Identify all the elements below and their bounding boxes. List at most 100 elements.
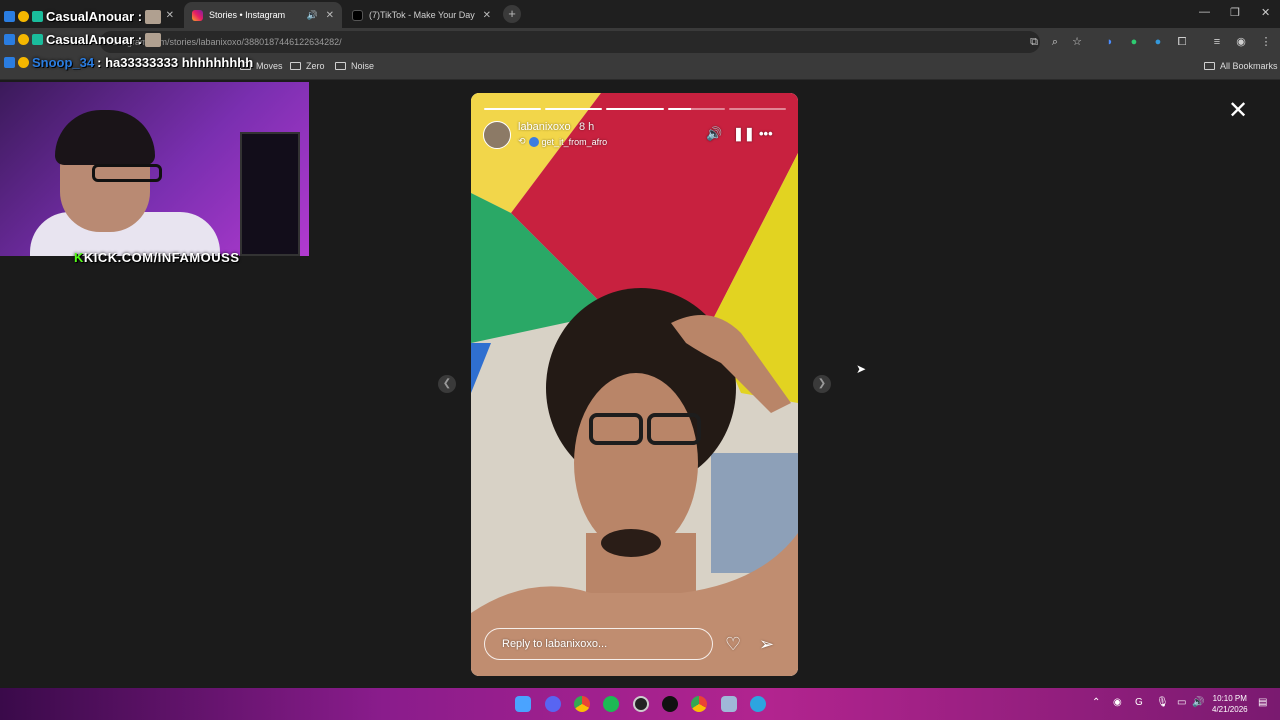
previous-story-button[interactable]: ❮ bbox=[438, 375, 456, 393]
kick-caption-text: KKICK.COM/INFAMOUSS bbox=[74, 250, 240, 265]
chat-message: CasualAnouar : bbox=[4, 32, 162, 47]
streamer-glasses bbox=[92, 164, 162, 182]
emote-icon bbox=[145, 32, 162, 47]
profile-icon[interactable]: ◉ bbox=[1234, 35, 1248, 49]
system-clock[interactable]: 10:10 PM 4/21/2026 bbox=[1212, 693, 1248, 715]
chat-user: CasualAnouar : bbox=[46, 32, 143, 47]
minimize-icon[interactable]: — bbox=[1199, 6, 1210, 18]
extension-icon[interactable]: ◗ bbox=[1103, 35, 1117, 49]
next-story-button[interactable]: ❯ bbox=[813, 375, 831, 393]
bookmark-label: Noise bbox=[351, 61, 375, 71]
reply-placeholder: Reply to labanixoxo... bbox=[502, 638, 608, 650]
kick-logo-icon: K bbox=[74, 250, 84, 265]
network-icon[interactable]: ▭ bbox=[1177, 697, 1186, 708]
address-bar[interactable]: instagram.com/stories/labanixoxo/3880187… bbox=[100, 31, 1040, 53]
tab-bar: ✕ Stories • Instagram 🔊 ✕ (7)TikTok - Ma… bbox=[0, 0, 1280, 28]
bookmark-zero[interactable]: Zero bbox=[290, 61, 325, 71]
puzzle-icon[interactable]: ⧠ bbox=[1175, 35, 1189, 49]
bookmark-noise[interactable]: Noise bbox=[335, 61, 374, 71]
close-tab-icon[interactable]: ✕ bbox=[483, 10, 491, 21]
send-icon[interactable]: ➢ bbox=[759, 634, 774, 655]
volume-icon[interactable]: 🔊 bbox=[1192, 697, 1204, 708]
progress-segment bbox=[606, 108, 664, 110]
story-viewer[interactable]: labanixoxo 8 h ⟲ get_it_from_afro 🔊 ❚❚ •… bbox=[471, 93, 798, 676]
tray-icon[interactable]: G bbox=[1135, 697, 1143, 708]
progress-segment bbox=[728, 108, 787, 110]
microphone-icon[interactable]: 🎙 bbox=[1156, 697, 1169, 708]
badge-icon bbox=[4, 34, 15, 45]
bookmark-label: Zero bbox=[306, 61, 325, 71]
close-window-icon[interactable]: ✕ bbox=[1261, 6, 1270, 19]
toolbar: instagram.com/stories/labanixoxo/3880187… bbox=[0, 28, 1280, 56]
app-icon[interactable] bbox=[721, 696, 737, 712]
chrome-icon[interactable] bbox=[691, 696, 707, 712]
badge-icon bbox=[18, 34, 29, 45]
mouse-cursor-icon: ➤ bbox=[856, 362, 867, 376]
close-tab-icon[interactable]: ✕ bbox=[326, 10, 334, 21]
clock-date: 4/21/2026 bbox=[1212, 705, 1248, 714]
new-tab-button[interactable]: + bbox=[503, 5, 521, 23]
pause-icon[interactable]: ❚❚ bbox=[733, 126, 755, 142]
repost-source[interactable]: ⟲ get_it_from_afro bbox=[518, 136, 607, 147]
bookmark-label: All Bookmarks bbox=[1220, 61, 1278, 71]
zoom-icon[interactable]: ⌕ bbox=[1048, 35, 1062, 49]
star-icon[interactable]: ☆ bbox=[1070, 35, 1084, 49]
repost-icon: ⟲ bbox=[518, 136, 526, 146]
reply-input[interactable]: Reply to labanixoxo... bbox=[484, 628, 713, 660]
chat-user: Snoop_34 bbox=[32, 55, 95, 70]
progress-segment bbox=[667, 108, 725, 110]
badge-icon bbox=[18, 57, 29, 68]
folder-icon bbox=[335, 62, 346, 70]
story-progress bbox=[484, 108, 787, 110]
spotify-icon[interactable] bbox=[603, 696, 619, 712]
progress-segment bbox=[484, 108, 542, 110]
obs-icon[interactable] bbox=[633, 696, 649, 712]
repost-username: get_it_from_afro bbox=[541, 136, 608, 147]
webcam-overlay bbox=[0, 82, 309, 256]
chrome-icon[interactable] bbox=[574, 696, 590, 712]
speaker-icon[interactable]: 🔊 bbox=[307, 10, 318, 21]
discord-icon[interactable] bbox=[545, 696, 561, 712]
extension-icon[interactable]: ● bbox=[1127, 35, 1141, 49]
story-photo bbox=[471, 93, 798, 676]
telegram-icon[interactable] bbox=[750, 696, 766, 712]
badge-icon bbox=[4, 57, 15, 68]
close-icon[interactable]: ✕ bbox=[1228, 99, 1248, 123]
extension-icon[interactable]: ● bbox=[1151, 35, 1165, 49]
tiktok-icon bbox=[352, 9, 363, 21]
discord-tray-icon[interactable]: ◉ bbox=[1113, 697, 1122, 708]
story-username[interactable]: labanixoxo bbox=[518, 121, 571, 133]
progress-segment bbox=[545, 108, 603, 110]
windows-start-icon[interactable] bbox=[515, 696, 531, 712]
close-tab-icon[interactable]: ✕ bbox=[166, 10, 174, 21]
tab-instagram[interactable]: Stories • Instagram 🔊 ✕ bbox=[184, 2, 342, 28]
taskbar: ⌃ ◉ G 🎙 ▭ 🔊 10:10 PM 4/21/2026 ▤ bbox=[0, 688, 1280, 720]
app-icon[interactable] bbox=[662, 696, 678, 712]
tab-label: Stories • Instagram bbox=[209, 10, 286, 20]
chat-text: : ha33333333 hhhhhhhhh bbox=[97, 55, 254, 70]
chat-message: CasualAnouar : bbox=[4, 9, 162, 24]
badge-icon bbox=[18, 11, 29, 22]
repost-avatar bbox=[528, 136, 539, 147]
emote-icon bbox=[145, 9, 162, 24]
install-icon[interactable]: ⧉ bbox=[1027, 35, 1041, 49]
badge-icon bbox=[4, 11, 15, 22]
avatar[interactable] bbox=[483, 121, 511, 149]
all-bookmarks[interactable]: All Bookmarks bbox=[1204, 61, 1278, 71]
maximize-icon[interactable]: ❐ bbox=[1230, 6, 1240, 19]
badge-icon bbox=[32, 34, 43, 45]
more-options-icon[interactable]: ••• bbox=[759, 126, 773, 141]
folder-icon bbox=[290, 62, 301, 70]
chat-message: Snoop_34 : ha33333333 hhhhhhhhh bbox=[4, 55, 253, 70]
pc-case bbox=[240, 132, 300, 256]
menu-icon[interactable]: ⋮ bbox=[1259, 35, 1273, 49]
reading-list-icon[interactable]: ≡ bbox=[1210, 35, 1224, 49]
kick-caption: KKICK.COM/INFAMOUSS bbox=[74, 250, 240, 265]
chevron-up-icon[interactable]: ⌃ bbox=[1092, 697, 1100, 708]
notification-icon[interactable]: ▤ bbox=[1258, 697, 1267, 708]
story-time: 8 h bbox=[579, 121, 595, 133]
tab-tiktok[interactable]: (7)TikTok - Make Your Day ✕ bbox=[344, 2, 499, 28]
chat-user: CasualAnouar : bbox=[46, 9, 143, 24]
mute-icon[interactable]: 🔊 bbox=[706, 126, 722, 142]
heart-icon[interactable]: ♡ bbox=[725, 634, 741, 655]
